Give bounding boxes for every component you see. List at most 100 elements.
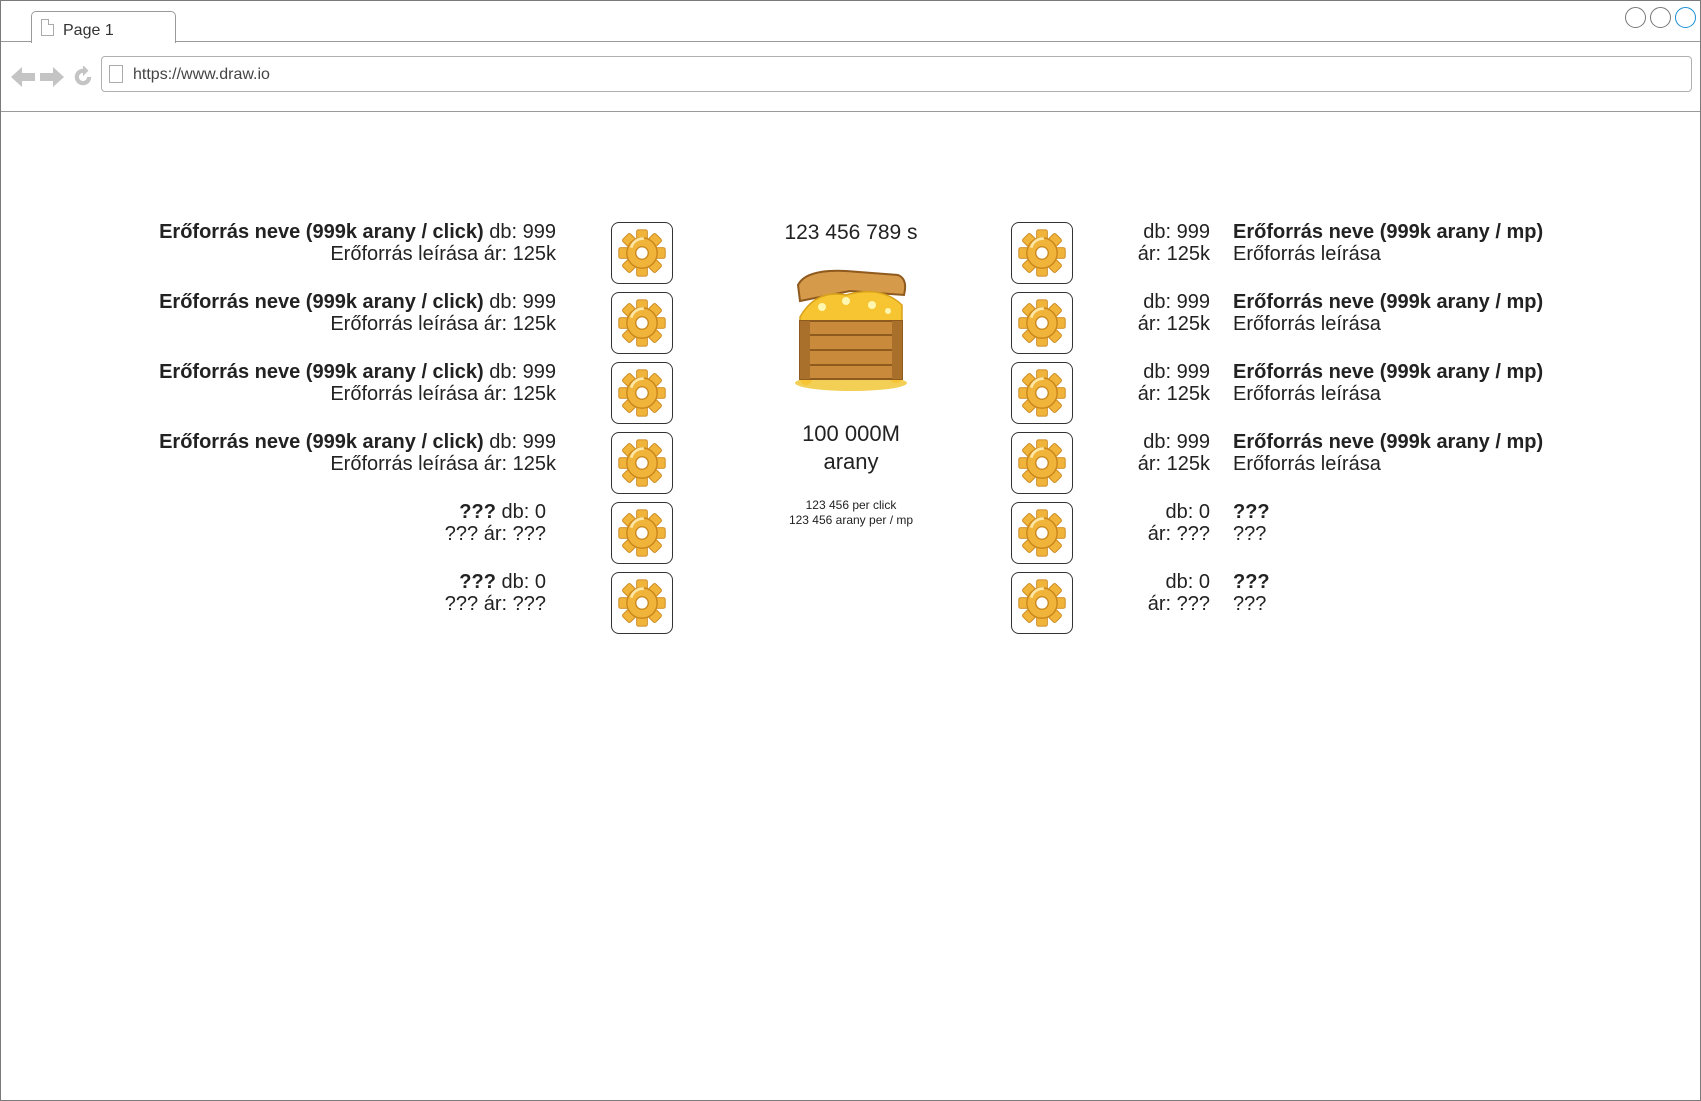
upgrade-price: ár: 125k bbox=[1137, 453, 1210, 475]
upgrade-price: ár: 125k bbox=[1137, 243, 1210, 265]
click-upgrade-info: ??? db: 0 ??? ár: ??? bbox=[1, 501, 546, 545]
upgrade-name: Erőforrás neve (999k arany / mp) bbox=[1233, 431, 1544, 453]
upgrade-count: db: 999 bbox=[1143, 431, 1210, 453]
idle-upgrade-stats: db: 999 ár: 125k bbox=[1070, 291, 1210, 335]
treasure-chest-icon[interactable] bbox=[786, 265, 916, 395]
upgrade-name: ??? bbox=[1233, 501, 1270, 523]
upgrade-name: Erőforrás neve (999k arany / click) bbox=[159, 431, 484, 453]
upgrade-price: ár: ??? bbox=[1147, 593, 1210, 615]
upgrade-count: db: 999 bbox=[1143, 291, 1210, 313]
gear-icon bbox=[618, 229, 666, 277]
upgrade-description: Erőforrás leírása bbox=[330, 243, 479, 265]
buy-idle-upgrade-button[interactable] bbox=[1011, 432, 1073, 494]
gear-icon bbox=[618, 579, 666, 627]
per-second-rate: 123 456 arany per / mp bbox=[788, 513, 914, 527]
upgrade-description: Erőforrás leírása bbox=[330, 313, 479, 335]
maximize-button[interactable] bbox=[1650, 7, 1671, 28]
gear-icon bbox=[1018, 579, 1066, 627]
upgrade-name: Erőforrás neve (999k arany / mp) bbox=[1233, 361, 1544, 383]
gear-icon bbox=[1018, 299, 1066, 347]
idle-upgrade-info: Erőforrás neve (999k arany / mp) Erőforr… bbox=[1233, 221, 1543, 265]
gear-icon bbox=[618, 369, 666, 417]
upgrade-price: ár: 125k bbox=[483, 383, 556, 405]
gear-icon bbox=[618, 509, 666, 557]
upgrade-price: ár: 125k bbox=[1137, 313, 1210, 335]
upgrade-price: ár: 125k bbox=[483, 453, 556, 475]
upgrade-description: Erőforrás leírása bbox=[1233, 383, 1381, 405]
forward-arrow-icon[interactable] bbox=[40, 66, 64, 88]
gold-counter: 100 000M arany bbox=[741, 420, 961, 476]
upgrade-description: ??? bbox=[1233, 523, 1267, 545]
per-click-rate: 123 456 per click bbox=[805, 498, 897, 512]
idle-upgrade-stats: db: 999 ár: 125k bbox=[1070, 431, 1210, 475]
idle-upgrade-stats: db: 999 ár: 125k bbox=[1070, 221, 1210, 265]
upgrade-description: Erőforrás leírása bbox=[1233, 243, 1381, 265]
upgrade-name: Erőforrás neve (999k arany / mp) bbox=[1233, 221, 1544, 243]
url-text: https://www.draw.io bbox=[133, 66, 270, 83]
idle-upgrade-info: Erőforrás neve (999k arany / mp) Erőforr… bbox=[1233, 361, 1543, 405]
upgrade-price: ár: ??? bbox=[483, 523, 546, 545]
buy-click-upgrade-button[interactable] bbox=[611, 292, 673, 354]
buy-idle-upgrade-button[interactable] bbox=[1011, 502, 1073, 564]
buy-click-upgrade-button[interactable] bbox=[611, 362, 673, 424]
idle-upgrade-info: Erőforrás neve (999k arany / mp) Erőforr… bbox=[1233, 291, 1543, 335]
upgrade-name: Erőforrás neve (999k arany / click) bbox=[159, 291, 484, 313]
page-icon bbox=[109, 65, 123, 83]
buy-idle-upgrade-button[interactable] bbox=[1011, 362, 1073, 424]
buy-click-upgrade-button[interactable] bbox=[611, 222, 673, 284]
income-rates: 123 456 per click 123 456 arany per / mp bbox=[741, 498, 961, 528]
upgrade-description: Erőforrás leírása bbox=[330, 383, 479, 405]
upgrade-price: ár: ??? bbox=[483, 593, 546, 615]
upgrade-count: db: 0 bbox=[1165, 501, 1210, 523]
gear-icon bbox=[1018, 229, 1066, 277]
treasury-panel: 123 456 789 s 100 000M arany 123 456 per… bbox=[741, 221, 961, 528]
upgrade-count: db: 999 bbox=[489, 291, 556, 313]
gear-icon bbox=[1018, 439, 1066, 487]
buy-click-upgrade-button[interactable] bbox=[611, 502, 673, 564]
click-upgrade-info: Erőforrás neve (999k arany / click) db: … bbox=[1, 221, 556, 265]
buy-idle-upgrade-button[interactable] bbox=[1011, 572, 1073, 634]
gear-icon bbox=[618, 439, 666, 487]
gold-unit: arany bbox=[823, 449, 879, 474]
tab-label: Page 1 bbox=[63, 22, 114, 39]
upgrade-name: ??? bbox=[459, 501, 496, 523]
browser-window: Page 1 https://www.draw.io Erőforrás nev… bbox=[0, 0, 1701, 1101]
idle-upgrade-info: Erőforrás neve (999k arany / mp) Erőforr… bbox=[1233, 431, 1543, 475]
close-button[interactable] bbox=[1675, 7, 1696, 28]
upgrade-price: ár: ??? bbox=[1147, 523, 1210, 545]
back-arrow-icon[interactable] bbox=[11, 66, 35, 88]
url-input[interactable]: https://www.draw.io bbox=[101, 56, 1692, 92]
upgrade-name: ??? bbox=[459, 571, 496, 593]
upgrade-count: db: 0 bbox=[501, 571, 546, 593]
buy-idle-upgrade-button[interactable] bbox=[1011, 222, 1073, 284]
upgrade-count: db: 999 bbox=[489, 361, 556, 383]
upgrade-count: db: 999 bbox=[489, 221, 556, 243]
upgrade-description: ??? bbox=[444, 523, 479, 545]
upgrade-price: ár: 125k bbox=[483, 313, 556, 335]
idle-upgrade-stats: db: 0 ár: ??? bbox=[1070, 501, 1210, 545]
click-upgrade-info: Erőforrás neve (999k arany / click) db: … bbox=[1, 291, 556, 335]
elapsed-time: 123 456 789 s bbox=[784, 221, 918, 244]
upgrade-description: ??? bbox=[1233, 593, 1267, 615]
reload-icon[interactable] bbox=[71, 66, 95, 88]
upgrade-description: Erőforrás leírása bbox=[330, 453, 479, 475]
buy-click-upgrade-button[interactable] bbox=[611, 432, 673, 494]
click-upgrade-info: ??? db: 0 ??? ár: ??? bbox=[1, 571, 546, 615]
upgrade-name: Erőforrás neve (999k arany / click) bbox=[159, 221, 484, 243]
idle-upgrade-stats: db: 0 ár: ??? bbox=[1070, 571, 1210, 615]
upgrade-description: Erőforrás leírása bbox=[1233, 453, 1381, 475]
gear-icon bbox=[1018, 509, 1066, 557]
tab-page-1[interactable]: Page 1 bbox=[31, 11, 176, 43]
minimize-button[interactable] bbox=[1625, 7, 1646, 28]
idle-upgrade-stats: db: 999 ár: 125k bbox=[1070, 361, 1210, 405]
upgrade-description: Erőforrás leírása bbox=[1233, 313, 1381, 335]
page-icon bbox=[41, 19, 54, 36]
gear-icon bbox=[1018, 369, 1066, 417]
upgrade-name: ??? bbox=[1233, 571, 1270, 593]
click-upgrade-info: Erőforrás neve (999k arany / click) db: … bbox=[1, 431, 556, 475]
click-upgrade-info: Erőforrás neve (999k arany / click) db: … bbox=[1, 361, 556, 405]
upgrade-count: db: 999 bbox=[489, 431, 556, 453]
buy-click-upgrade-button[interactable] bbox=[611, 572, 673, 634]
buy-idle-upgrade-button[interactable] bbox=[1011, 292, 1073, 354]
upgrade-count: db: 0 bbox=[1165, 571, 1210, 593]
